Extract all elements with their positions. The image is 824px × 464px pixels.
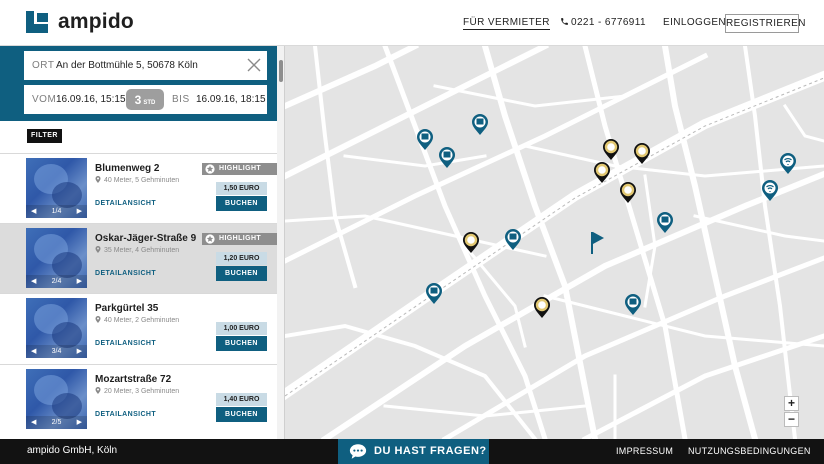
chat-bubble-icon xyxy=(349,444,367,459)
search-panel: ORT An der Bottmühle 5, 50678 Köln VOM 1… xyxy=(0,46,277,121)
detail-link[interactable]: DETAILANSICHT xyxy=(95,200,156,207)
caret-left-icon[interactable]: ◀ xyxy=(31,416,36,429)
listing-title: Oskar-Jäger-Straße 9 xyxy=(95,233,197,244)
location-pin-icon xyxy=(95,316,101,323)
location-field[interactable]: ORT An der Bottmühle 5, 50678 Köln xyxy=(24,51,267,80)
book-button[interactable]: BUCHEN xyxy=(216,407,267,422)
location-pin-icon xyxy=(95,246,101,253)
app-footer: ampido GmbH, Köln DU HAST FRAGEN? IMPRES… xyxy=(0,439,824,464)
listing-distance: 40 Meter, 5 Gehminuten xyxy=(95,176,179,184)
location-label: ORT xyxy=(32,60,55,71)
duration-value: 3 xyxy=(134,93,142,107)
from-datetime-input[interactable]: 16.09.16, 15:15 xyxy=(56,94,126,105)
listing-item[interactable]: 2/4 ◀ ▶ Oskar-Jäger-Straße 9 35 Meter, 4… xyxy=(0,223,277,293)
terms-link[interactable]: NUTZUNGSBEDINGUNGEN xyxy=(688,446,811,456)
logo-mark-icon xyxy=(26,11,52,33)
caret-right-icon[interactable]: ▶ xyxy=(77,345,82,358)
time-range-field: VOM 16.09.16, 15:15 3 STD BIS 16.09.16, 1… xyxy=(24,85,267,114)
caret-right-icon[interactable]: ▶ xyxy=(77,416,82,429)
from-label: VOM xyxy=(32,94,57,105)
listing-distance: 35 Meter, 4 Gehminuten xyxy=(95,246,179,254)
photo-counter: 2/4 xyxy=(51,278,62,285)
listing-item[interactable]: 2/5 ◀ ▶ Mozartstraße 72 20 Meter, 3 Gehm… xyxy=(0,364,277,434)
listing-title: Mozartstraße 72 xyxy=(95,374,172,385)
detail-link[interactable]: DETAILANSICHT xyxy=(95,340,156,347)
filter-button[interactable]: FILTER xyxy=(27,129,62,143)
map-view[interactable] xyxy=(285,46,824,439)
listing-title: Blumenweg 2 xyxy=(95,163,160,174)
ampido-logo[interactable]: ampido xyxy=(26,10,134,34)
phone-icon xyxy=(561,18,568,25)
to-datetime-input[interactable]: 16.09.16, 18:15 xyxy=(196,94,266,105)
caret-right-icon[interactable]: ▶ xyxy=(77,205,82,218)
to-label: BIS xyxy=(172,94,190,105)
app-header: ampido FÜR VERMIETER 0221 - 6776911 EINL… xyxy=(0,0,824,46)
distance-text: 35 Meter, 4 Gehminuten xyxy=(104,247,180,254)
location-pin-icon xyxy=(95,387,101,394)
duration-unit: STD xyxy=(143,100,156,106)
book-button[interactable]: BUCHEN xyxy=(216,196,267,211)
star-icon xyxy=(205,234,215,244)
distance-text: 40 Meter, 5 Gehminuten xyxy=(104,177,180,184)
listing-distance: 40 Meter, 2 Gehminuten xyxy=(95,316,179,324)
caret-left-icon[interactable]: ◀ xyxy=(31,345,36,358)
price-tag: 1,50 EURO xyxy=(216,182,267,195)
book-button[interactable]: BUCHEN xyxy=(216,266,267,281)
photo-counter: 2/5 xyxy=(51,419,62,426)
detail-link[interactable]: DETAILANSICHT xyxy=(95,270,156,277)
phone-number: 0221 - 6776911 xyxy=(571,17,646,28)
location-input[interactable]: An der Bottmühle 5, 50678 Köln xyxy=(56,60,198,71)
caret-left-icon[interactable]: ◀ xyxy=(31,275,36,288)
distance-text: 40 Meter, 2 Gehminuten xyxy=(104,317,180,324)
listing-item[interactable]: 3/4 ◀ ▶ Parkgürtel 35 40 Meter, 2 Gehmin… xyxy=(0,293,277,363)
company-name: ampido GmbH, Köln xyxy=(27,445,118,456)
logo-text: ampido xyxy=(58,10,134,33)
help-chat-button[interactable]: DU HAST FRAGEN? xyxy=(338,439,489,464)
results-sidebar: ORT An der Bottmühle 5, 50678 Köln VOM 1… xyxy=(0,46,285,439)
listing-photo: 2/4 ◀ ▶ xyxy=(26,228,87,288)
map-canvas[interactable] xyxy=(285,46,824,439)
price-tag: 1,20 EURO xyxy=(216,252,267,265)
listing-photo: 3/4 ◀ ▶ xyxy=(26,298,87,358)
nav-fuer-vermieter-link[interactable]: FÜR VERMIETER xyxy=(463,17,550,30)
duration-badge[interactable]: 3 STD xyxy=(126,89,164,110)
highlight-label: HIGHLIGHT xyxy=(219,165,262,172)
impressum-link[interactable]: IMPRESSUM xyxy=(616,446,673,456)
price-tag: 1,40 EURO xyxy=(216,393,267,406)
listing-photo: 2/5 ◀ ▶ xyxy=(26,369,87,429)
zoom-in-button[interactable]: + xyxy=(784,396,799,411)
nav-phone-link[interactable]: 0221 - 6776911 xyxy=(560,17,646,28)
highlight-badge: HIGHLIGHT xyxy=(202,233,277,245)
listing-photo: 1/4 ◀ ▶ xyxy=(26,158,87,218)
sidebar-scrollbar[interactable] xyxy=(277,46,284,439)
caret-left-icon[interactable]: ◀ xyxy=(31,205,36,218)
highlight-badge: HIGHLIGHT xyxy=(202,163,277,175)
sidebar-scrollbar-thumb[interactable] xyxy=(279,60,283,82)
register-button[interactable]: REGISTRIEREN xyxy=(725,14,805,33)
listing-title: Parkgürtel 35 xyxy=(95,303,159,314)
star-icon xyxy=(205,164,215,174)
listing-item[interactable]: 1/4 ◀ ▶ Blumenweg 2 40 Meter, 5 Gehminut… xyxy=(0,153,277,223)
distance-text: 20 Meter, 3 Gehminuten xyxy=(104,388,180,395)
login-link[interactable]: EINLOGGEN xyxy=(663,17,726,28)
caret-right-icon[interactable]: ▶ xyxy=(77,275,82,288)
close-icon[interactable] xyxy=(246,57,262,73)
price-tag: 1,00 EURO xyxy=(216,322,267,335)
highlight-label: HIGHLIGHT xyxy=(219,235,262,242)
photo-counter: 1/4 xyxy=(51,208,62,215)
listing-distance: 20 Meter, 3 Gehminuten xyxy=(95,387,179,395)
photo-counter: 3/4 xyxy=(51,348,62,355)
zoom-out-button[interactable]: − xyxy=(784,412,799,427)
location-pin-icon xyxy=(95,176,101,183)
book-button[interactable]: BUCHEN xyxy=(216,336,267,351)
detail-link[interactable]: DETAILANSICHT xyxy=(95,411,156,418)
help-label: DU HAST FRAGEN? xyxy=(374,445,487,457)
